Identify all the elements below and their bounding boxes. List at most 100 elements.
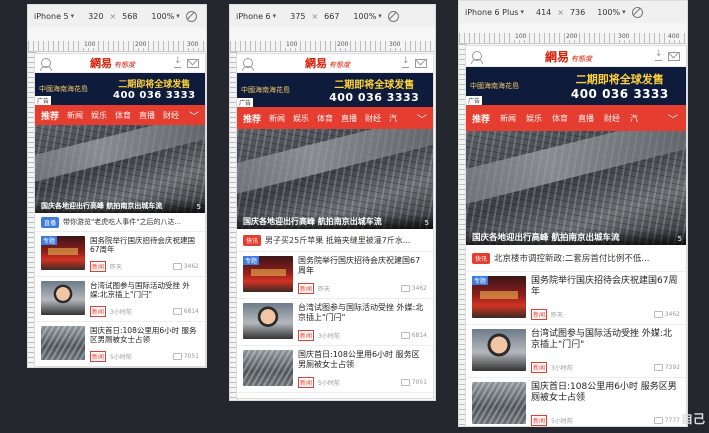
tab-sports[interactable]: 体育 [115,110,131,121]
comment-count: 7051 [401,379,427,386]
tab-ent[interactable]: 娱乐 [526,113,542,124]
comment-count: 7051 [173,353,199,360]
list-item[interactable]: 台湾试图参与国际活动受挫 外媒:北京插上"门闩" 新闻 3小时前 6814 [35,277,205,322]
list-item[interactable]: 台湾试图参与国际活动受挫 外媒:北京插上"门闩" 新闻 3小时前 7392 [466,325,686,378]
rotate-icon[interactable] [185,10,197,22]
tab-recommend[interactable]: 推荐 [41,109,59,122]
list-item[interactable]: 专题 国务院举行国庆招待会庆祝建国67周年 新闻 昨天 3462 [35,232,205,277]
news-time: 5小时前 [318,380,340,387]
tab-finance[interactable]: 财经 [163,110,179,121]
channel-nav: 推荐 新闻 娱乐 体育 直播 财经 汽 ﹀ [466,105,686,131]
comment-count: 7392 [654,364,680,371]
list-item[interactable]: 专题 国务院举行国庆招待会庆祝建国67周年 新闻 昨天 3462 [466,272,686,325]
source-tag: 新闻 [90,261,107,272]
news-thumbnail [472,382,526,424]
zoom-select[interactable]: 100% [597,8,625,17]
width-input[interactable]: 414 [536,8,551,17]
size-separator: × [109,11,117,21]
height-input[interactable]: 736 [570,8,585,17]
source-tag: 新闻 [531,362,548,373]
tab-recommend[interactable]: 推荐 [243,112,261,125]
size-separator: × [557,7,564,17]
news-thumbnail [243,350,293,386]
mail-icon[interactable] [667,51,680,61]
tab-sports[interactable]: 体育 [552,113,568,124]
tab-news[interactable]: 新闻 [67,110,83,121]
chevron-down-icon[interactable]: ﹀ [411,107,433,129]
flash-tag: 快讯 [472,252,491,264]
tab-ent[interactable]: 娱乐 [293,113,309,124]
list-item[interactable]: 国庆首日:108公里用6小时 服务区男厕被女士占领 新闻 5小时前 7777 [466,378,686,426]
list-item[interactable]: 专题 国务院举行国庆招待会庆祝建国67周年 新闻 昨天 3462 [237,252,433,299]
rotate-icon[interactable] [387,10,399,22]
tab-finance[interactable]: 财经 [365,113,381,124]
tab-sports[interactable]: 体育 [317,113,333,124]
news-time: 3小时前 [110,309,132,316]
tab-live[interactable]: 直播 [341,113,357,124]
ad-banner[interactable]: 中國海南海花島 二期即将全球发售 400 036 3333 广告 [466,67,686,105]
tab-finance[interactable]: 财经 [604,113,620,124]
tab-ent[interactable]: 娱乐 [91,110,107,121]
download-icon[interactable] [174,56,182,68]
ad-banner[interactable]: 中國海南海花島 二期即将全球发售 400 036 3333 广告 [237,73,433,107]
device-select[interactable]: iPhone 5 [34,12,74,21]
list-item[interactable]: 国庆首日:108公里用6小时 服务区男厕被女士占领 新闻 5小时前 7051 [35,322,205,366]
zoom-select[interactable]: 100% [353,12,381,21]
tab-auto[interactable]: 汽 [389,113,397,124]
ad-label: 广告 [237,98,254,107]
mail-icon[interactable] [187,58,199,68]
hero-image[interactable]: 国庆各地迎出行高峰 航拍南京出城车流 5 [237,129,433,229]
chevron-down-icon[interactable]: ﹀ [660,105,686,131]
zoom-select[interactable]: 100% [151,12,179,21]
list-item[interactable]: 国庆首日:108公里用6小时 服务区男厕被女士占领 新闻 5小时前 7051 [237,346,433,393]
height-input[interactable]: 667 [324,12,339,21]
news-thumbnail [472,329,526,371]
tab-news[interactable]: 新闻 [500,113,516,124]
news-time: 昨天 [110,264,123,271]
device-select[interactable]: iPhone 6 [236,12,276,21]
mail-icon[interactable] [415,58,427,68]
user-icon[interactable] [40,58,52,71]
banner-title: 二期即将全球发售 [575,73,664,86]
download-icon[interactable] [654,49,663,61]
chevron-down-icon[interactable]: ﹀ [183,105,205,125]
banner-phone: 400 036 3333 [329,91,420,104]
tab-news[interactable]: 新闻 [269,113,285,124]
news-time: 昨天 [318,286,331,293]
height-input[interactable]: 568 [122,12,137,21]
device-select[interactable]: iPhone 6 Plus [465,8,524,17]
banner-title: 二期即将全球发售 [334,80,415,91]
hero-image[interactable]: 国庆各地迎出行高峰 航拍南京出城车流 5 [466,131,686,245]
ad-banner[interactable]: 中國海南海花島 二期即将全球发售 400 036 3333 广告 [35,73,205,105]
user-icon[interactable] [471,51,483,64]
hero-count: 5 [196,203,201,211]
tab-live[interactable]: 直播 [139,110,155,121]
app-header: 網易 有態度 [466,46,686,67]
tab-live[interactable]: 直播 [578,113,594,124]
list-item[interactable]: 台湾试图参与国际活动受挫 外媒:北京插上"门闩" 新闻 3小时前 6814 [237,299,433,346]
banner-brand: 中國海南海花島 [470,82,519,90]
width-input[interactable]: 375 [290,12,305,21]
source-tag: 新闻 [531,415,548,426]
news-title: 国务院举行国庆招待会庆祝建国67周年 [531,276,678,298]
ruler-label: 100 [514,33,528,40]
flash-news[interactable]: 快讯 男子买25斤苹果 抵箱夹缝里被灌7斤水... [237,229,433,252]
banner-title: 二期即将全球发售 [118,80,191,90]
hero-image[interactable]: 国庆各地迎出行高峰 航拍南京出城车流 5 [35,125,205,213]
ad-label: 广告 [35,96,52,105]
news-title: 国庆首日:108公里用6小时 服务区男厕被女士占领 [90,326,197,345]
tab-auto[interactable]: 汽 [630,113,638,124]
comment-count: 7777 [654,417,680,424]
width-input[interactable]: 320 [88,12,103,21]
tab-recommend[interactable]: 推荐 [472,112,490,125]
flash-news[interactable]: 直播 带你游览"老虎吃人事件"之后的八达... [35,213,205,232]
flash-news[interactable]: 快讯 北京楼市调控新政:二套房首付比例不低... [466,245,686,272]
user-icon[interactable] [242,58,254,71]
comment-count: 3462 [401,285,427,292]
thumb-tag: 专题 [41,236,58,245]
hero-count: 5 [677,235,682,243]
download-icon[interactable] [402,56,410,68]
device-iphone6: iPhone 6 375 × 667 100% 100 200 300 網易有態… [229,4,436,401]
flash-tag: 直播 [41,216,60,228]
rotate-icon[interactable] [631,6,643,18]
